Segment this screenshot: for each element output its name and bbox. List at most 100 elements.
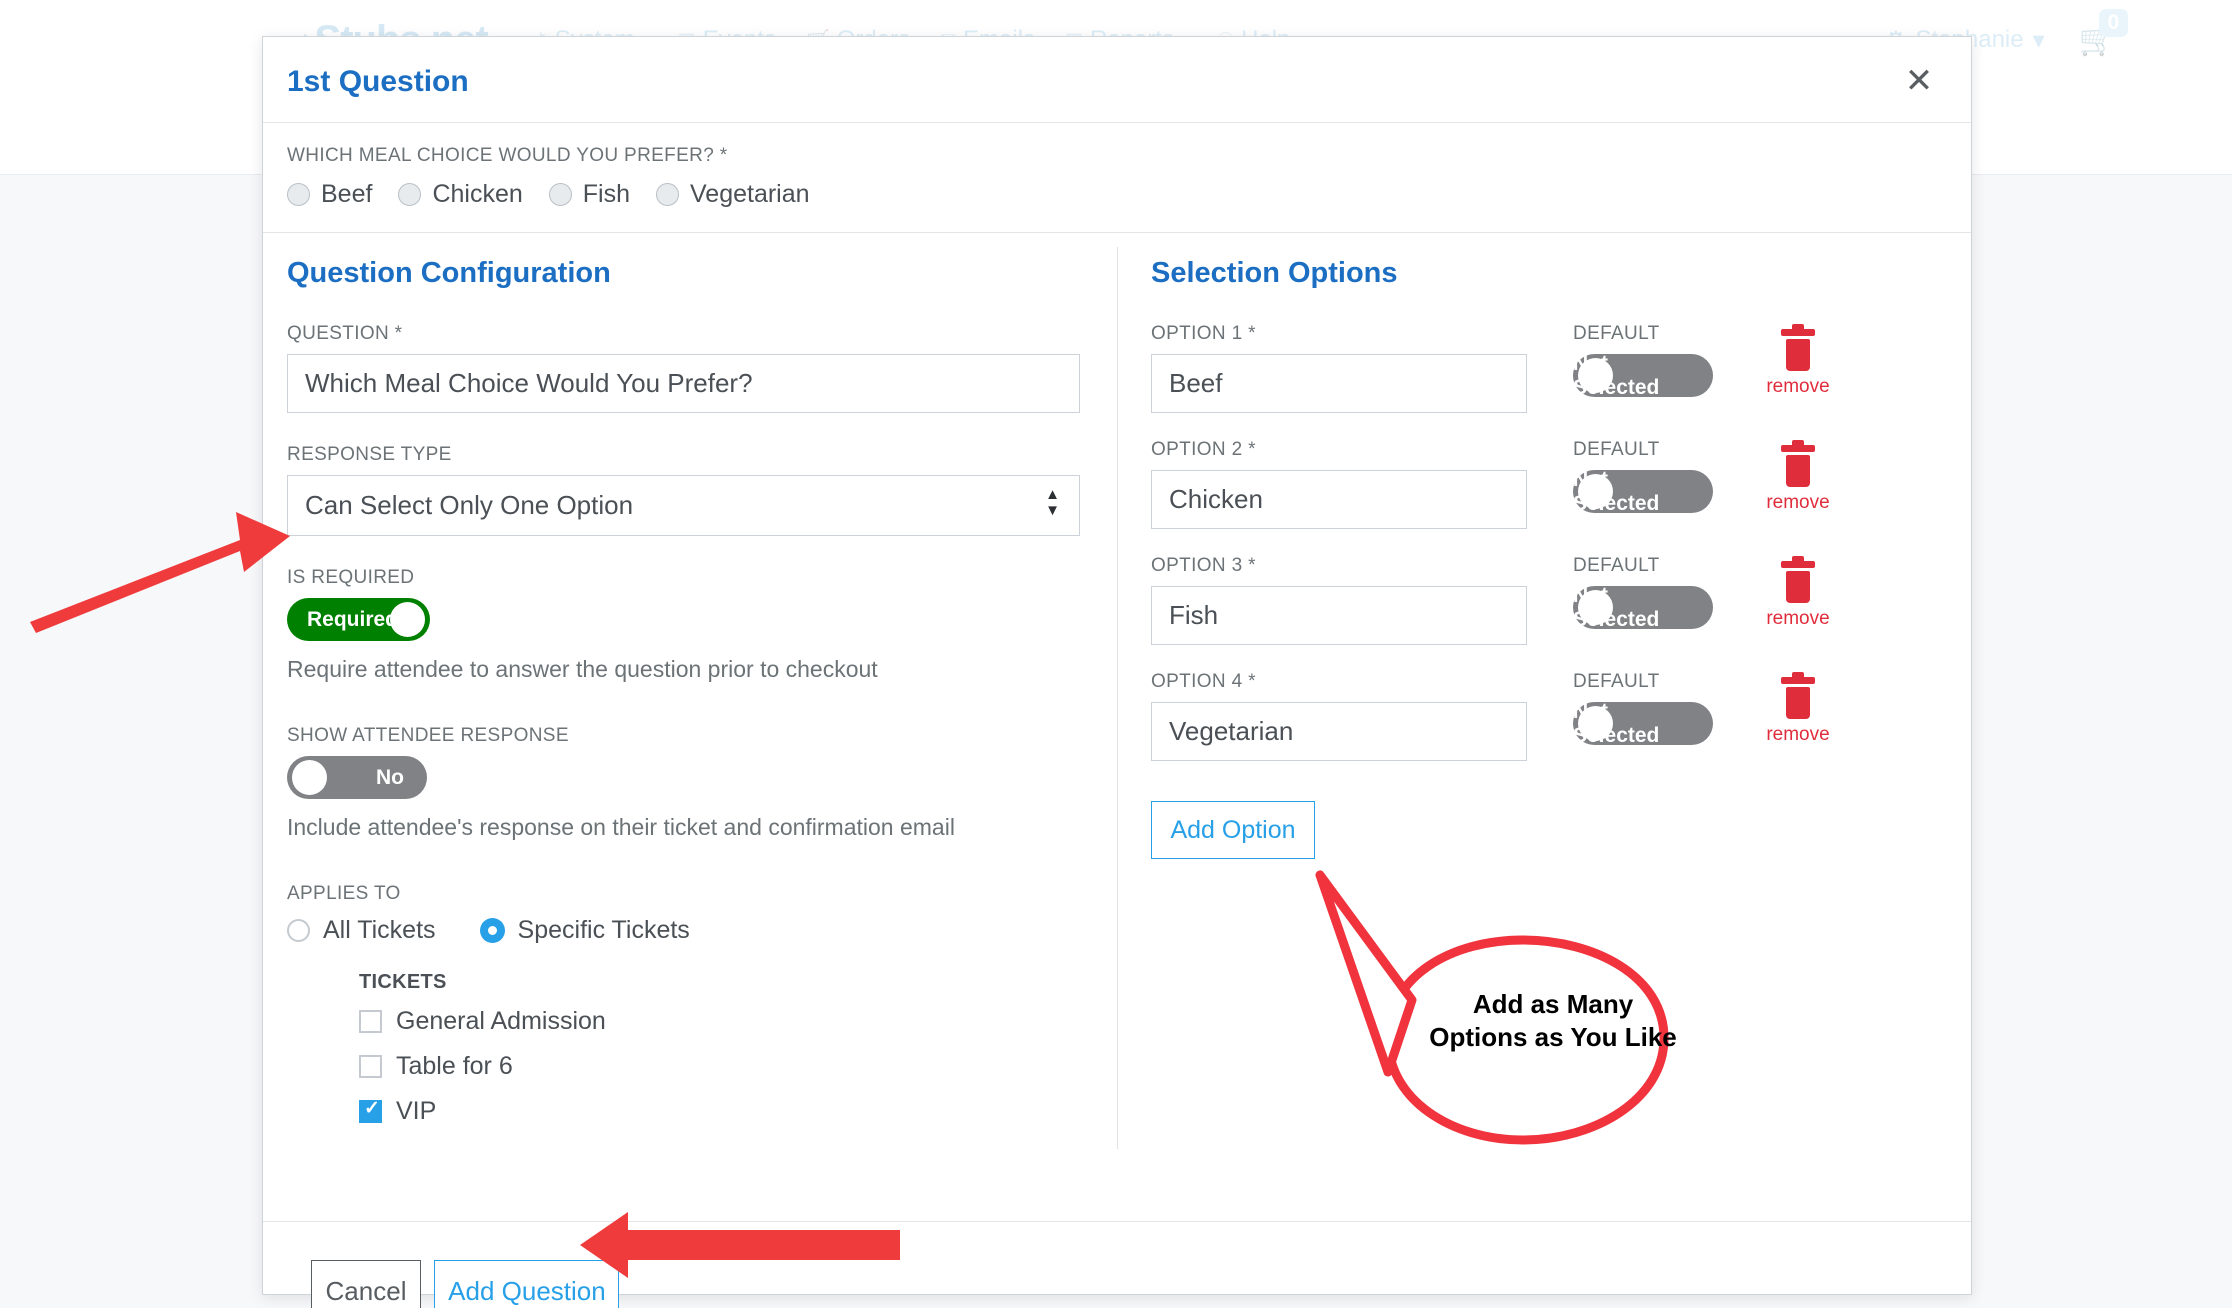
remove-label: remove [1766, 724, 1830, 745]
preview-option-label: Fish [582, 180, 630, 208]
checkbox-icon [359, 1010, 382, 1033]
ticket-checkbox-general-admission[interactable]: General Admission [359, 1007, 1087, 1036]
question-preview: WHICH MEAL CHOICE WOULD YOU PREFER? * Be… [263, 123, 1971, 233]
modal-body: Question Configuration QUESTION * RESPON… [263, 233, 1971, 1221]
question-modal: 1st Question ✕ WHICH MEAL CHOICE WOULD Y… [262, 36, 1972, 1308]
preview-option-label: Chicken [432, 180, 523, 208]
applies-to-specific-tickets-label: Specific Tickets [517, 916, 690, 944]
add-option-button[interactable]: Add Option [1151, 801, 1315, 859]
show-attendee-response-toggle[interactable]: No [287, 756, 427, 799]
option-default-group: DEFAULT Not Selected [1573, 439, 1713, 515]
question-configuration-title: Question Configuration [287, 257, 611, 289]
preview-option-label: Beef [321, 180, 373, 208]
remove-label: remove [1766, 608, 1830, 629]
annotation-callout-text: Add as Many Options as You Like [1429, 989, 1677, 1052]
cart-button[interactable]: 🛒 0 [2079, 8, 2129, 58]
toggle-knob [1578, 590, 1613, 625]
question-configuration-panel: Question Configuration QUESTION * RESPON… [263, 233, 1117, 1221]
modal-header: 1st Question ✕ [263, 37, 1971, 123]
default-label: DEFAULT [1573, 439, 1660, 460]
option-remove-button[interactable]: remove [1753, 324, 1843, 398]
option-input[interactable] [1151, 702, 1527, 761]
option-input[interactable] [1151, 354, 1527, 413]
option-row: OPTION 3 * DEFAULT Not Selected remove [1151, 555, 1949, 671]
applies-to-all-tickets[interactable]: All Tickets [287, 916, 436, 945]
ticket-checkbox-table-for-6[interactable]: Table for 6 [359, 1052, 1087, 1081]
option-input[interactable] [1151, 586, 1527, 645]
option-row: OPTION 4 * DEFAULT Not Selected remove [1151, 671, 1949, 787]
checkbox-icon [359, 1055, 382, 1078]
response-type-value: Can Select Only One Option [287, 475, 1080, 536]
remove-label: remove [1766, 492, 1830, 513]
applies-to-specific-tickets[interactable]: Specific Tickets [479, 916, 690, 945]
trash-icon [1781, 440, 1815, 487]
chevron-down-icon: ▾ [2032, 26, 2045, 54]
toggle-knob [1578, 474, 1613, 509]
option-row: OPTION 2 * DEFAULT Not Selected remove [1151, 439, 1949, 555]
question-input[interactable] [287, 354, 1080, 413]
response-type-label: RESPONSE TYPE [287, 444, 452, 465]
applies-to-all-tickets-label: All Tickets [323, 916, 436, 944]
radio-icon [287, 183, 310, 206]
option-remove-button[interactable]: remove [1753, 440, 1843, 514]
modal-footer: Cancel Add Question [263, 1221, 1971, 1308]
preview-option-vegetarian[interactable]: Vegetarian [656, 180, 810, 209]
cancel-button[interactable]: Cancel [311, 1260, 421, 1308]
preview-option-chicken[interactable]: Chicken [398, 180, 523, 209]
option-default-toggle[interactable]: Not Selected [1573, 352, 1713, 399]
remove-label: remove [1766, 376, 1830, 397]
option-default-group: DEFAULT Not Selected [1573, 671, 1713, 747]
default-label: DEFAULT [1573, 671, 1660, 692]
option-input[interactable] [1151, 470, 1527, 529]
ticket-label: General Admission [396, 1007, 606, 1035]
show-attendee-response-help: Include attendee's response on their tic… [287, 814, 955, 840]
modal-title: 1st Question [287, 65, 469, 98]
radio-icon [398, 183, 422, 206]
default-label: DEFAULT [1573, 555, 1660, 576]
radio-icon [287, 919, 310, 942]
add-question-button[interactable]: Add Question [434, 1260, 620, 1308]
preview-options: Beef Chicken Fish Vegetarian [287, 180, 1947, 209]
option-default-toggle[interactable]: Not Selected [1573, 468, 1713, 515]
option-row: OPTION 1 * DEFAULT Not Selected remove [1151, 323, 1949, 439]
toggle-knob [292, 760, 327, 795]
trash-icon [1781, 556, 1815, 603]
toggle-knob [1578, 706, 1613, 741]
preview-option-fish[interactable]: Fish [548, 180, 630, 209]
radio-selected-icon [479, 918, 505, 943]
applies-to-options: All Tickets Specific Tickets [287, 916, 1087, 945]
selection-options-title: Selection Options [1151, 257, 1398, 289]
tickets-block: TICKETS General Admission Table for 6 VI… [359, 971, 1087, 1126]
ticket-label: Table for 6 [396, 1052, 513, 1080]
page-root: ⌂Stubs.net ⚷ System ▾ ▦ Events 🛒 Orders … [0, 0, 2232, 1308]
option-default-toggle[interactable]: Not Selected [1573, 584, 1713, 631]
response-type-select[interactable]: Can Select Only One Option ▲ ▼ [287, 475, 1080, 536]
is-required-label: IS REQUIRED [287, 567, 415, 588]
radio-icon [656, 183, 679, 206]
option-remove-button[interactable]: remove [1753, 556, 1843, 630]
is-required-toggle[interactable]: Required [287, 598, 430, 641]
toggle-knob [1578, 358, 1613, 393]
show-attendee-response-toggle-label: No [376, 765, 404, 789]
toggle-knob [390, 602, 425, 637]
ticket-checkbox-vip[interactable]: VIP [359, 1097, 1087, 1126]
preview-option-label: Vegetarian [690, 180, 810, 208]
radio-icon [548, 183, 572, 206]
question-field-label: QUESTION * [287, 323, 403, 344]
preview-question-label: WHICH MEAL CHOICE WOULD YOU PREFER? * [287, 145, 728, 166]
default-label: DEFAULT [1573, 323, 1660, 344]
applies-to-label: APPLIES TO [287, 883, 401, 904]
is-required-toggle-label: Required [307, 607, 399, 631]
show-attendee-response-label: SHOW ATTENDEE RESPONSE [287, 725, 569, 746]
is-required-help: Require attendee to answer the question … [287, 656, 878, 682]
option-default-toggle[interactable]: Not Selected [1573, 700, 1713, 747]
selection-options-panel: Selection Options OPTION 1 * DEFAULT Not… [1118, 233, 1973, 1221]
preview-option-beef[interactable]: Beef [287, 180, 372, 209]
tickets-label: TICKETS [359, 971, 447, 993]
trash-icon [1781, 672, 1815, 719]
checkbox-checked-icon [359, 1097, 382, 1123]
cart-count-badge: 0 [2098, 8, 2129, 37]
option-remove-button[interactable]: remove [1753, 672, 1843, 746]
close-icon[interactable]: ✕ [1897, 59, 1941, 103]
select-stepper-icon: ▲ ▼ [1045, 486, 1060, 519]
